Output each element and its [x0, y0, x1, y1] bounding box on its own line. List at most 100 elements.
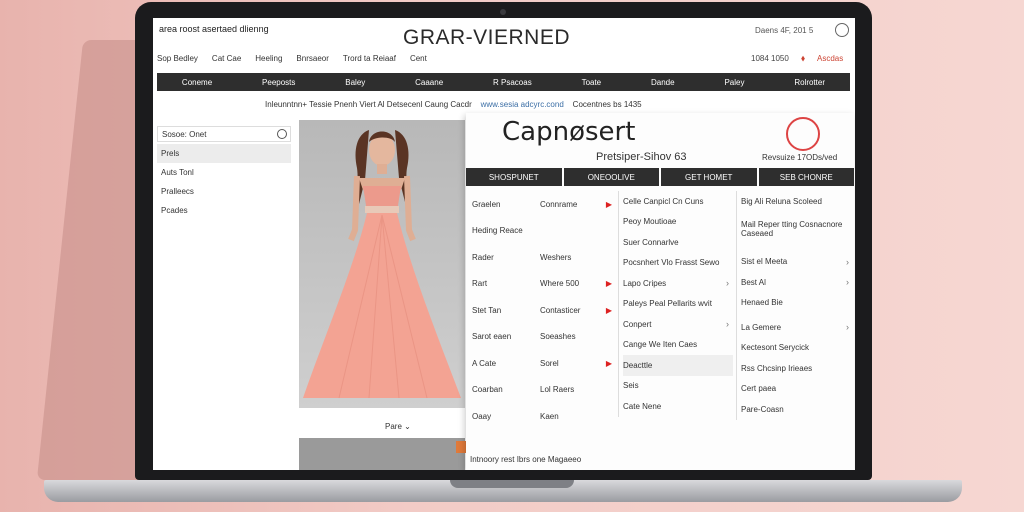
pin-icon: ⬧	[801, 53, 806, 63]
search-icon[interactable]	[277, 129, 287, 139]
gown-illustration	[303, 130, 461, 399]
main-nav: Coneme Peeposts Baley Caaane R Psacoas T…	[157, 73, 850, 91]
menu-item-label: La Gemere	[741, 322, 782, 332]
shipping-info: 1084 1050	[751, 54, 789, 63]
menu-item[interactable]: Sorel ▶	[540, 350, 616, 377]
menu-item[interactable]: Pare-Coasn	[741, 399, 853, 420]
menu-item[interactable]: Kectesont Serycick	[741, 338, 853, 359]
menu-item[interactable]: Big Ali Reluna Scoleed	[741, 191, 853, 212]
badge-icon	[786, 117, 820, 151]
nav-item[interactable]: Peeposts	[262, 78, 295, 87]
menu-item[interactable]: Cert paea	[741, 379, 853, 400]
menu-item[interactable]: Stet Tan	[472, 297, 538, 324]
menu-item[interactable]: Mail Reper tting Cosnacnore Caseaed	[741, 212, 853, 246]
menu-item[interactable]: Oaay	[472, 403, 538, 430]
menu-item-label: Connrame	[540, 199, 578, 209]
chevron-right-icon: ›	[726, 278, 729, 289]
menu-item[interactable]: Sist el Meeta ›	[741, 252, 853, 273]
sidebar-item[interactable]: Pcades	[157, 201, 291, 220]
menu-item[interactable]: Paleys Peal Pellarits wvit	[623, 294, 733, 315]
menu-item[interactable]: Where 500 ▶	[540, 271, 616, 298]
mega-menu-logo: Capnøsert	[502, 117, 636, 147]
menu-item[interactable]: Pocsnhert Vlo Frasst Sewo	[623, 253, 733, 274]
menu-item[interactable]: Soeashes	[540, 324, 616, 351]
sidebar-item[interactable]: Pralleecs	[157, 182, 291, 201]
chevron-right-icon: ›	[846, 256, 849, 267]
utility-link[interactable]: Bnrsaeor	[296, 54, 328, 63]
menu-item[interactable]	[540, 218, 616, 245]
utility-link[interactable]: Trord ta Reiaaf	[343, 54, 396, 63]
mega-tab[interactable]: SHOSPUNET	[466, 168, 562, 186]
banner-link[interactable]: www.sesia adcyrc.cond	[481, 100, 564, 109]
menu-item[interactable]: Contasticer ▶	[540, 297, 616, 324]
view-toggle[interactable]: Pare ⌄	[385, 422, 411, 431]
utility-links: Sop Bedley Cat Cae Heeling Bnrsaeor Tror…	[157, 54, 427, 63]
banner-text: Inleunntnn+ Tessie Pnenh Viert Al Detsec…	[265, 100, 472, 109]
menu-item[interactable]: Peoy Moutioae	[623, 212, 733, 233]
caret-right-icon: ▶	[605, 305, 612, 315]
menu-item[interactable]: Heding Reace	[472, 218, 538, 245]
menu-item[interactable]: Weshers	[540, 244, 616, 271]
view-label: Pare	[385, 422, 402, 431]
laptop-screen: area roost asertaed dlienng GRAR-VIERNED…	[153, 18, 855, 470]
menu-column-4: Big Ali Reluna Scoleed Mail Reper tting …	[736, 191, 853, 420]
nav-item[interactable]: Coneme	[182, 78, 212, 87]
nav-item[interactable]: Rolrotter	[794, 78, 825, 87]
menu-item[interactable]: Rart	[472, 271, 538, 298]
nav-item[interactable]: Paley	[724, 78, 744, 87]
menu-item[interactable]: Cange We Iten Caes	[623, 335, 733, 356]
nav-item[interactable]: Toate	[582, 78, 602, 87]
menu-item[interactable]: Seis	[623, 376, 733, 397]
utility-link[interactable]: Cat Cae	[212, 54, 241, 63]
nav-item[interactable]: R Psacoas	[493, 78, 532, 87]
utility-link[interactable]: Heeling	[255, 54, 282, 63]
mega-menu-tabs: SHOSPUNET ONEOOLIVE GET HOMET SEB CHONRE	[466, 168, 854, 186]
menu-item[interactable]: Cate Nene	[623, 396, 733, 417]
menu-item[interactable]: La Gemere ›	[741, 317, 853, 338]
menu-item[interactable]: Sarot eaen	[472, 324, 538, 351]
sidebar-search-input[interactable]: Sosoe: Onet	[157, 126, 291, 142]
nav-item[interactable]: Dande	[651, 78, 675, 87]
chevron-right-icon: ›	[846, 322, 849, 333]
mega-tab[interactable]: SEB CHONRE	[758, 168, 854, 186]
menu-item[interactable]: Rader	[472, 244, 538, 271]
menu-item-label: Best Al	[741, 277, 766, 287]
caret-right-icon: ▶	[605, 199, 612, 209]
site-name: area roost asertaed dlienng	[159, 24, 269, 34]
utility-link[interactable]: Sop Bedley	[157, 54, 198, 63]
site-logo[interactable]: GRAR-VIERNED	[403, 26, 570, 50]
menu-item[interactable]: Rss Chcsinp Irieaes	[741, 358, 853, 379]
menu-item-label: Conpert	[623, 319, 652, 329]
menu-column-1: Graelen Heding Reace Rader Rart Stet Tan…	[472, 191, 538, 430]
search-icon[interactable]	[835, 23, 849, 37]
menu-column-2: Connrame ▶ Weshers Where 500 ▶ Contasticer…	[540, 191, 616, 430]
mega-tab[interactable]: ONEOOLIVE	[563, 168, 659, 186]
product-image[interactable]	[299, 120, 465, 408]
sidebar-item[interactable]: Prels	[157, 144, 291, 163]
sidebar-item[interactable]: Auts Tonl	[157, 163, 291, 182]
cart-link[interactable]: Ascdas	[817, 54, 843, 63]
menu-item[interactable]: Lol Raers	[540, 377, 616, 404]
menu-item-label: Where 500	[540, 279, 580, 289]
menu-item[interactable]: Kaen	[540, 403, 616, 430]
menu-item[interactable]: Suer Connarlve	[623, 232, 733, 253]
menu-item[interactable]: A Cate	[472, 350, 538, 377]
menu-item[interactable]: Henaed Bie	[741, 293, 853, 314]
menu-item-label: Lapo Cripes	[623, 278, 667, 288]
laptop-notch	[450, 480, 574, 488]
menu-item[interactable]: Connrame ▶	[540, 191, 616, 218]
menu-item[interactable]: Coarban	[472, 377, 538, 404]
utility-link[interactable]: Cent	[410, 54, 427, 63]
banner-tail: Cocentnes bs 1435	[572, 100, 642, 109]
menu-item[interactable]: Graelen	[472, 191, 538, 218]
product-image-secondary[interactable]	[299, 438, 465, 470]
menu-item[interactable]: Conpert ›	[623, 314, 733, 335]
menu-item-label: Sorel	[540, 358, 559, 368]
menu-item[interactable]: Lapo Cripes ›	[623, 273, 733, 294]
mega-tab[interactable]: GET HOMET	[661, 168, 757, 186]
nav-item[interactable]: Baley	[345, 78, 365, 87]
menu-item[interactable]: Best Al ›	[741, 272, 853, 293]
nav-item[interactable]: Caaane	[415, 78, 443, 87]
menu-item-highlighted[interactable]: Deacttle	[623, 355, 733, 376]
menu-item[interactable]: Celle Canpicl Cn Cuns	[623, 191, 733, 212]
